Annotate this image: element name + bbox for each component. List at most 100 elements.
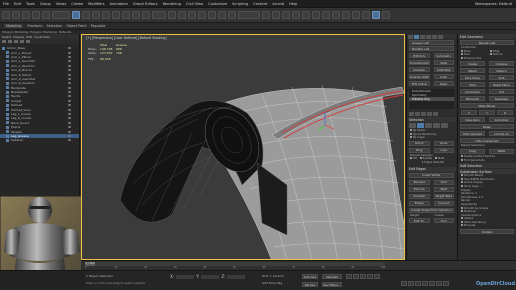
explorer-tab-select[interactable]: Select — [2, 35, 11, 39]
select-manipulate-icon[interactable] — [178, 11, 186, 19]
workspace-label[interactable]: Workspaces: Default — [475, 2, 512, 6]
visibility-eye-icon[interactable] — [68, 113, 71, 116]
hierarchy-tab-icon[interactable] — [420, 34, 425, 39]
view-align-button[interactable]: View Align — [460, 117, 485, 123]
angle-snap-icon[interactable] — [208, 11, 216, 19]
snaps-toggle-icon[interactable] — [198, 11, 206, 19]
menu-scripting[interactable]: Scripting — [232, 2, 248, 6]
mod-btn-edit-poly[interactable]: Edit Poly — [409, 53, 430, 58]
link-icon[interactable] — [22, 11, 30, 19]
add-time-tag-button[interactable]: Add Time Tag — [262, 281, 282, 285]
full-interactivity-checkbox[interactable]: Full Interactivity — [458, 158, 516, 163]
menu-civil-view[interactable]: Civil View — [186, 2, 203, 6]
element-level-icon[interactable] — [441, 123, 448, 128]
shapes-filter-icon[interactable] — [14, 40, 18, 43]
menu-graph-editors[interactable]: Graph Editors — [133, 2, 158, 6]
modify-tab-icon[interactable] — [414, 34, 419, 39]
explorer-tab-edit[interactable]: Edit — [26, 35, 32, 39]
menu-group[interactable]: Group — [40, 2, 51, 6]
planar-z-button[interactable]: Z — [497, 110, 513, 116]
visibility-eye-icon[interactable] — [68, 60, 71, 63]
object-name-field[interactable]: Greave_Left — [409, 40, 454, 45]
tessellate-button[interactable]: Tessellate — [489, 96, 514, 102]
split-button[interactable]: Split — [433, 179, 454, 185]
visibility-eye-icon[interactable] — [68, 91, 71, 94]
update-manually-radio[interactable]: Manually — [458, 224, 516, 228]
unlink-icon[interactable] — [32, 11, 40, 19]
make-unique-icon[interactable] — [421, 111, 426, 116]
create-button[interactable]: Create — [460, 61, 485, 67]
vertex-level-icon[interactable] — [409, 123, 416, 128]
copy-button[interactable]: Copy — [460, 148, 485, 154]
quickslice-button[interactable]: QuickSlice — [460, 89, 485, 95]
zoom-extents-icon[interactable] — [415, 281, 421, 286]
mirror-icon[interactable] — [262, 11, 270, 19]
toggle-scene-explorer-icon[interactable] — [282, 11, 290, 19]
visibility-eye-icon[interactable] — [68, 64, 71, 67]
show-end-result-icon[interactable] — [415, 111, 420, 116]
menu-tools[interactable]: Tools — [26, 2, 35, 6]
visibility-eye-icon[interactable] — [68, 121, 71, 124]
mod-btn-turbosmooth[interactable]: TurboSmooth — [409, 60, 430, 65]
ribbon-tab-freeform[interactable]: Freeform — [27, 24, 42, 28]
paste-button[interactable]: Paste — [489, 148, 514, 154]
menu-rendering[interactable]: Rendering — [163, 2, 181, 6]
slice-plane-button[interactable]: Slice Plane — [460, 75, 485, 81]
menu-animation[interactable]: Animation — [110, 2, 128, 6]
preview-subobj-radio[interactable] — [419, 157, 422, 160]
mod-btn-ffd[interactable]: FFD 2x2x2 — [409, 81, 430, 86]
visibility-eye-icon[interactable] — [68, 51, 71, 54]
viewport-label[interactable]: [+] [Perspective] [User Defined] [Defaul… — [86, 36, 166, 40]
edit-geometry-rollout-title[interactable]: Edit Geometry — [458, 34, 516, 39]
hide-selected-button[interactable]: Hide Selected — [460, 131, 485, 137]
named-selection-dropdown[interactable] — [238, 11, 260, 19]
visibility-eye-icon[interactable] — [68, 104, 71, 107]
rect-selection-icon[interactable] — [92, 11, 100, 19]
render-setup-icon[interactable] — [342, 11, 350, 19]
stack-item-editable-poly[interactable]: Editable Poly — [409, 97, 454, 101]
motion-tab-icon[interactable] — [426, 34, 431, 39]
ring-button[interactable]: Ring — [409, 147, 430, 153]
selection-rollout-title[interactable]: Selection — [407, 117, 456, 122]
visibility-eye-icon[interactable] — [68, 95, 71, 98]
planar-x-button[interactable]: X — [461, 110, 477, 116]
extrude-button[interactable]: Extrude — [409, 186, 430, 192]
remove-modifier-icon[interactable] — [427, 111, 432, 116]
go-to-end-icon[interactable] — [374, 274, 380, 279]
orbit-icon[interactable] — [436, 281, 442, 286]
keyboard-shortcut-icon[interactable] — [188, 11, 196, 19]
loop-button[interactable]: Loop — [433, 147, 454, 153]
remove-button[interactable]: Remove — [409, 179, 430, 185]
visibility-eye-icon[interactable] — [68, 77, 71, 80]
visibility-eye-icon[interactable] — [68, 69, 71, 72]
repeat-last-button[interactable]: Repeat Last — [460, 40, 514, 45]
visibility-eye-icon[interactable] — [68, 73, 71, 76]
edge-level-icon[interactable] — [417, 123, 424, 128]
menu-edit[interactable]: Edit — [14, 2, 21, 6]
menu-create[interactable]: Create — [71, 2, 83, 6]
cameras-filter-icon[interactable] — [26, 40, 30, 43]
menu-customize[interactable]: Customize — [208, 2, 227, 6]
menu-modifiers[interactable]: Modifiers — [88, 2, 104, 6]
visibility-eye-icon[interactable] — [68, 82, 71, 85]
next-frame-icon[interactable] — [367, 274, 373, 279]
zoom-icon[interactable] — [401, 281, 407, 286]
grow-button[interactable]: Grow — [433, 140, 454, 146]
border-level-icon[interactable] — [425, 123, 432, 128]
reference-coord-dropdown[interactable] — [152, 11, 166, 19]
hide-unselected-button[interactable]: Hide Unselected — [460, 138, 514, 144]
visibility-eye-icon[interactable] — [68, 126, 71, 129]
edit-tri-button[interactable]: Edit Tri. — [409, 218, 430, 224]
shrink-button[interactable]: Shrink — [409, 140, 430, 146]
selection-filter-dropdown[interactable] — [52, 11, 70, 19]
render-production-icon[interactable] — [362, 11, 370, 19]
toggle-ribbon-icon[interactable] — [302, 11, 310, 19]
constraint-normal-radio[interactable]: Normal — [487, 53, 516, 57]
zoom-all-icon[interactable] — [408, 281, 414, 286]
select-object-icon[interactable] — [72, 11, 80, 19]
visibility-eye-icon[interactable] — [68, 55, 71, 58]
insert-vertex-button[interactable]: Insert Vertex — [409, 172, 454, 178]
collapse-button[interactable]: Collapse — [489, 61, 514, 67]
relax-button[interactable]: Relax — [460, 124, 514, 130]
maximize-viewport-icon[interactable] — [443, 281, 449, 286]
